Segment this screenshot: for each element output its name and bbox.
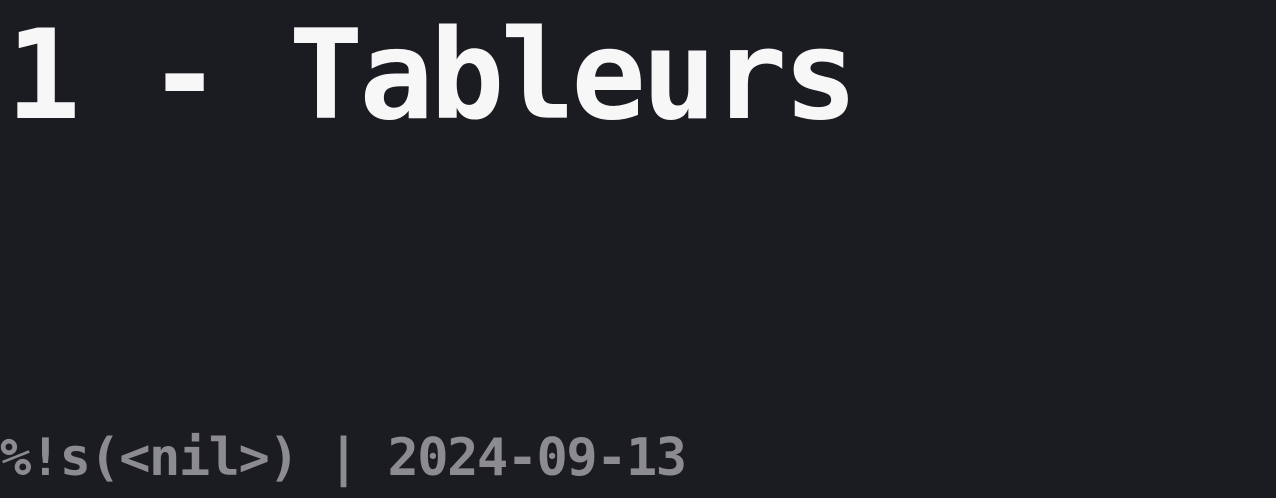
meta-separator: |	[298, 428, 388, 488]
page: 1 - Tableurs %!s(<nil>) | 2024-09-13	[0, 0, 1276, 498]
post-meta: %!s(<nil>) | 2024-09-13	[0, 428, 688, 488]
post-date: 2024-09-13	[387, 428, 688, 488]
page-title: 1 - Tableurs	[6, 4, 858, 148]
post-author: %!s(<nil>)	[0, 428, 300, 488]
